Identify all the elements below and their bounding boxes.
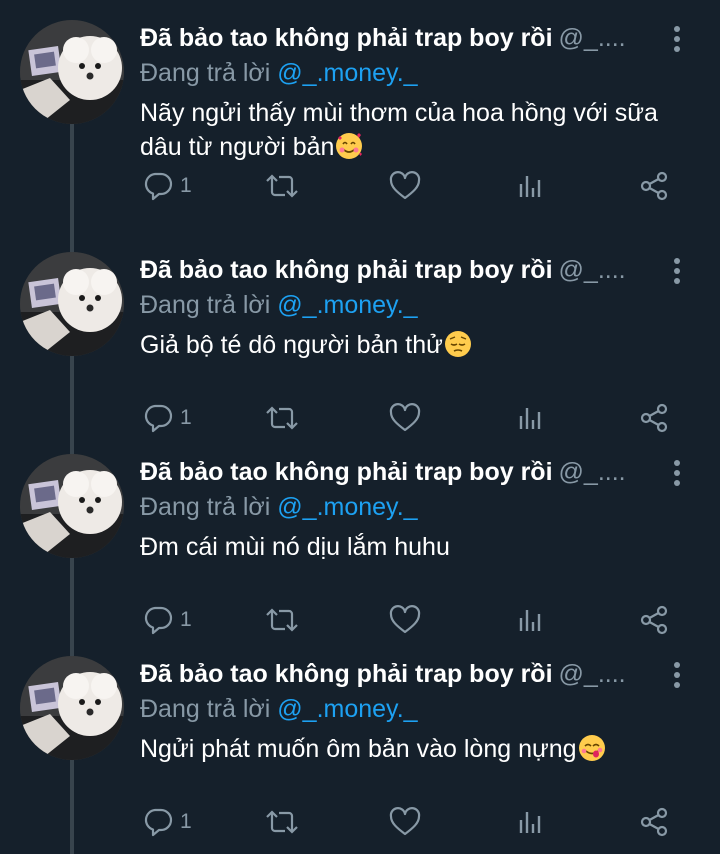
avatar[interactable] xyxy=(20,656,124,760)
retweet-button[interactable] xyxy=(264,166,300,206)
reply-icon xyxy=(144,808,173,837)
handle[interactable]: @_.... xyxy=(559,458,626,486)
replying-to-handle[interactable]: @_.money._ xyxy=(277,59,417,87)
analytics-button[interactable] xyxy=(516,398,546,438)
share-button[interactable] xyxy=(638,398,670,438)
like-icon xyxy=(389,605,421,634)
reply-count: 1 xyxy=(180,608,192,631)
replying-to: Đang trả lời @_.money._ xyxy=(140,288,418,322)
like-icon xyxy=(389,403,421,432)
retweet-button[interactable] xyxy=(264,398,300,438)
tweet-text-content: Nãy ngửi thấy mùi thơm của hoa hồng với … xyxy=(140,99,658,161)
tweet-actions: 1 xyxy=(0,600,720,640)
share-icon xyxy=(640,807,668,837)
analytics-icon xyxy=(519,610,541,631)
replying-to-handle[interactable]: @_.money._ xyxy=(277,493,417,521)
tweet[interactable]: Đã bảo tao không phải trap boy rồi @_....… xyxy=(0,232,720,434)
analytics-icon xyxy=(519,408,541,429)
replying-to-handle[interactable]: @_.money._ xyxy=(277,291,417,319)
replying-label: Đang trả lời xyxy=(140,493,271,521)
replying-to: Đang trả lời @_.money._ xyxy=(140,56,418,90)
share-button[interactable] xyxy=(638,600,670,640)
display-name[interactable]: Đã bảo tao không phải trap boy rồi xyxy=(140,660,553,688)
tweet-header: Đã bảo tao không phải trap boy rồi @_.... xyxy=(140,456,660,488)
reply-icon xyxy=(144,606,173,635)
tweet-text-content: Ngửi phát muốn ôm bản vào lòng nựng xyxy=(140,735,577,763)
tweet-header: Đã bảo tao không phải trap boy rồi @_.... xyxy=(140,22,660,54)
like-icon xyxy=(389,171,421,200)
retweet-icon xyxy=(266,810,298,834)
replying-to: Đang trả lời @_.money._ xyxy=(140,490,418,524)
tweet-text-content: Giả bộ té dô người bản thử xyxy=(140,331,443,359)
tweet-text: Đm cái mùi nó dịu lắm huhu xyxy=(140,530,680,564)
tweet[interactable]: Đã bảo tao không phải trap boy rồi @_....… xyxy=(0,434,720,636)
tweet[interactable]: Đã bảo tao không phải trap boy rồi @_....… xyxy=(0,0,720,202)
analytics-icon xyxy=(519,812,541,833)
analytics-button[interactable] xyxy=(516,600,546,640)
smiling-face-with-hearts-icon xyxy=(335,132,363,160)
more-icon[interactable] xyxy=(662,24,692,54)
share-button[interactable] xyxy=(638,802,670,842)
display-name[interactable]: Đã bảo tao không phải trap boy rồi xyxy=(140,458,553,486)
retweet-icon xyxy=(266,608,298,632)
handle[interactable]: @_.... xyxy=(559,24,626,52)
handle[interactable]: @_.... xyxy=(559,660,626,688)
avatar[interactable] xyxy=(20,454,124,558)
reply-icon xyxy=(144,404,173,433)
display-name[interactable]: Đã bảo tao không phải trap boy rồi xyxy=(140,24,553,52)
tweet-text: Nãy ngửi thấy mùi thơm của hoa hồng với … xyxy=(140,96,680,164)
reply-count: 1 xyxy=(180,810,192,833)
more-icon[interactable] xyxy=(662,256,692,286)
like-button[interactable] xyxy=(388,398,422,438)
pensive-face-icon xyxy=(444,330,472,358)
share-button[interactable] xyxy=(638,166,670,206)
tweet-header: Đã bảo tao không phải trap boy rồi @_.... xyxy=(140,658,660,690)
reply-count: 1 xyxy=(180,174,192,197)
share-icon xyxy=(640,171,668,201)
analytics-icon xyxy=(519,176,541,197)
replying-label: Đang trả lời xyxy=(140,59,271,87)
tweet-text: Giả bộ té dô người bản thử xyxy=(140,328,680,362)
tweet-text-content: Đm cái mùi nó dịu lắm huhu xyxy=(140,533,450,561)
replying-to: Đang trả lời @_.money._ xyxy=(140,692,418,726)
like-button[interactable] xyxy=(388,166,422,206)
replying-label: Đang trả lời xyxy=(140,695,271,723)
handle[interactable]: @_.... xyxy=(559,256,626,284)
more-icon[interactable] xyxy=(662,458,692,488)
face-savoring-food-icon xyxy=(578,734,606,762)
tweet-header: Đã bảo tao không phải trap boy rồi @_.... xyxy=(140,254,660,286)
replying-to-handle[interactable]: @_.money._ xyxy=(277,695,417,723)
reply-count: 1 xyxy=(180,406,192,429)
display-name[interactable]: Đã bảo tao không phải trap boy rồi xyxy=(140,256,553,284)
retweet-button[interactable] xyxy=(264,802,300,842)
retweet-icon xyxy=(266,174,298,198)
tweet-text: Ngửi phát muốn ôm bản vào lòng nựng xyxy=(140,732,680,766)
more-icon[interactable] xyxy=(662,660,692,690)
tweet-actions: 1 xyxy=(0,166,720,206)
like-icon xyxy=(389,807,421,836)
retweet-icon xyxy=(266,406,298,430)
analytics-button[interactable] xyxy=(516,802,546,842)
reply-button[interactable]: 1 xyxy=(142,600,192,640)
avatar[interactable] xyxy=(20,20,124,124)
like-button[interactable] xyxy=(388,802,422,842)
tweet-actions: 1 xyxy=(0,398,720,438)
reply-button[interactable]: 1 xyxy=(142,166,192,206)
reply-icon xyxy=(144,172,173,201)
share-icon xyxy=(640,403,668,433)
tweet-actions: 1 xyxy=(0,802,720,842)
avatar[interactable] xyxy=(20,252,124,356)
like-button[interactable] xyxy=(388,600,422,640)
retweet-button[interactable] xyxy=(264,600,300,640)
tweet[interactable]: Đã bảo tao không phải trap boy rồi @_....… xyxy=(0,636,720,838)
analytics-button[interactable] xyxy=(516,166,546,206)
share-icon xyxy=(640,605,668,635)
replying-label: Đang trả lời xyxy=(140,291,271,319)
reply-button[interactable]: 1 xyxy=(142,802,192,842)
reply-button[interactable]: 1 xyxy=(142,398,192,438)
